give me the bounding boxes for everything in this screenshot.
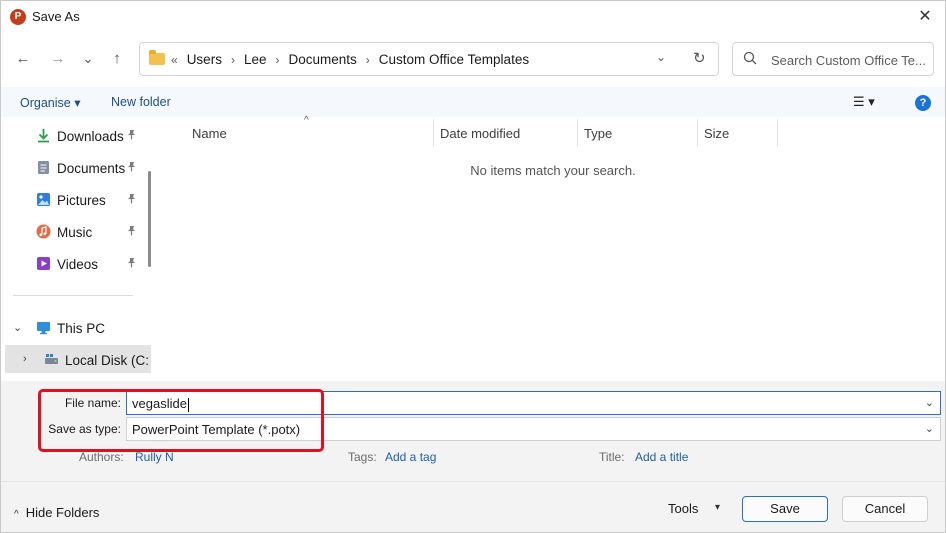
pin-icon — [126, 129, 137, 143]
chevron-down-icon[interactable]: ⌄ — [925, 422, 934, 435]
hide-folders-label: Hide Folders — [25, 505, 100, 520]
title-bar: P Save As ✕ — [1, 1, 945, 33]
chevron-right-icon[interactable]: › — [366, 53, 370, 67]
window-title: Save As — [32, 9, 80, 24]
title-label: Title: — [599, 450, 625, 464]
sort-ascending-icon: ^ — [304, 115, 309, 126]
drive-icon — [44, 352, 59, 367]
download-icon — [36, 128, 51, 143]
chevron-right-icon[interactable]: › — [231, 53, 235, 67]
search-icon — [743, 51, 757, 68]
new-folder-button[interactable]: New folder — [111, 95, 171, 109]
sidebar-divider — [13, 295, 133, 296]
help-icon[interactable]: ? — [915, 95, 931, 111]
save-as-dialog: P Save As ✕ ← → ⌄ ↑ « Users › Lee › Documents… — [0, 0, 946, 533]
breadcrumb-lee[interactable]: Lee — [244, 52, 267, 67]
address-bar[interactable]: « Users › Lee › Documents › Custom Office Templ… — [139, 42, 719, 76]
video-icon — [36, 256, 51, 271]
sidebar-item-documents[interactable]: Documents — [1, 153, 147, 181]
picture-icon — [36, 192, 51, 207]
authors-field[interactable]: Rully N — [135, 450, 174, 464]
column-header-date-modified[interactable]: Date modified — [440, 126, 520, 141]
tags-field[interactable]: Add a tag — [385, 450, 436, 464]
column-divider[interactable] — [577, 119, 578, 147]
folder-icon — [149, 50, 165, 65]
save-button[interactable]: Save — [742, 496, 828, 522]
pin-icon — [126, 161, 137, 175]
empty-state-message: No items match your search. — [470, 163, 636, 178]
forward-button[interactable]: → — [46, 47, 70, 71]
hide-folders-button[interactable]: ^ Hide Folders — [14, 505, 99, 520]
sidebar-item-label: Music — [57, 225, 93, 240]
chevron-right-icon[interactable]: › — [23, 353, 27, 365]
tools-menu-button[interactable]: Tools — [668, 501, 698, 516]
caret-down-icon[interactable]: ▾ — [715, 502, 720, 513]
navigation-row: ← → ⌄ ↑ « Users › Lee › Documents › Custom Offi… — [1, 41, 945, 77]
music-icon — [36, 224, 51, 239]
column-divider[interactable] — [777, 119, 778, 147]
pin-icon — [126, 225, 137, 239]
search-box[interactable] — [732, 42, 934, 76]
view-options-button[interactable]: ☰ ▾ — [853, 94, 875, 110]
column-header-size[interactable]: Size — [704, 126, 729, 141]
computer-icon — [36, 320, 51, 335]
pin-icon — [126, 257, 137, 271]
sidebar-item-music[interactable]: Music — [1, 217, 147, 245]
breadcrumb-overflow[interactable]: « — [171, 53, 178, 67]
sidebar-item-label: Videos — [57, 257, 99, 272]
sidebar-item-pictures[interactable]: Pictures — [1, 185, 147, 213]
sidebar-item-label: Downloads — [57, 129, 124, 144]
back-button[interactable]: ← — [11, 47, 35, 71]
tags-label: Tags: — [348, 450, 377, 464]
up-button[interactable]: ↑ — [105, 47, 129, 71]
sidebar-item-label: Local Disk (C: — [65, 353, 150, 368]
cancel-button[interactable]: Cancel — [842, 496, 928, 522]
sidebar-item-local-disk[interactable]: › Local Disk (C: — [5, 345, 151, 373]
chevron-right-icon[interactable]: › — [275, 53, 279, 67]
column-divider[interactable] — [697, 119, 698, 147]
command-bar: Organise ▾ New folder ☰ ▾ ? — [1, 87, 945, 117]
pin-icon — [126, 193, 137, 207]
organise-menu-button[interactable]: Organise ▾ — [20, 95, 80, 110]
breadcrumb-documents[interactable]: Documents — [288, 52, 356, 67]
column-header-type[interactable]: Type — [584, 126, 612, 141]
sidebar-scrollbar[interactable] — [148, 171, 151, 267]
powerpoint-icon: P — [10, 9, 26, 25]
chevron-down-icon[interactable]: ⌄ — [925, 396, 934, 409]
dialog-footer: ^ Hide Folders Tools ▾ Save Cancel — [1, 481, 945, 532]
breadcrumb-users[interactable]: Users — [187, 52, 222, 67]
sidebar-item-label: Documents — [57, 161, 126, 176]
chevron-down-icon[interactable]: ⌄ — [13, 321, 22, 334]
breadcrumb-custom-office-templates[interactable]: Custom Office Templates — [379, 52, 529, 67]
sidebar-item-label: This PC — [57, 321, 106, 336]
sidebar-item-downloads[interactable]: Downloads — [1, 121, 147, 149]
document-icon — [36, 160, 51, 175]
search-input[interactable] — [771, 50, 927, 70]
breadcrumb: « Users › Lee › Documents › Custom Office Templ… — [171, 52, 529, 67]
title-field[interactable]: Add a title — [635, 450, 688, 464]
column-divider[interactable] — [433, 119, 434, 147]
recent-locations-button[interactable]: ⌄ — [76, 47, 100, 71]
chevron-up-icon: ^ — [14, 509, 19, 520]
highlight-annotation — [38, 389, 324, 452]
authors-label: Authors: — [79, 450, 124, 464]
column-header-name[interactable]: Name — [192, 126, 227, 141]
close-button[interactable]: ✕ — [913, 5, 937, 29]
refresh-icon[interactable]: ↻ — [693, 49, 706, 67]
address-history-dropdown[interactable]: ⌄ — [656, 50, 666, 64]
file-list: ^ Name Date modified Type Size No items … — [161, 115, 945, 381]
sidebar-item-this-pc[interactable]: ⌄ This PC — [1, 313, 147, 341]
sidebar-item-label: Pictures — [57, 193, 106, 208]
navigation-pane: Downloads Documents Pictures Music Video… — [1, 119, 153, 381]
sidebar-item-videos[interactable]: Videos — [1, 249, 147, 277]
